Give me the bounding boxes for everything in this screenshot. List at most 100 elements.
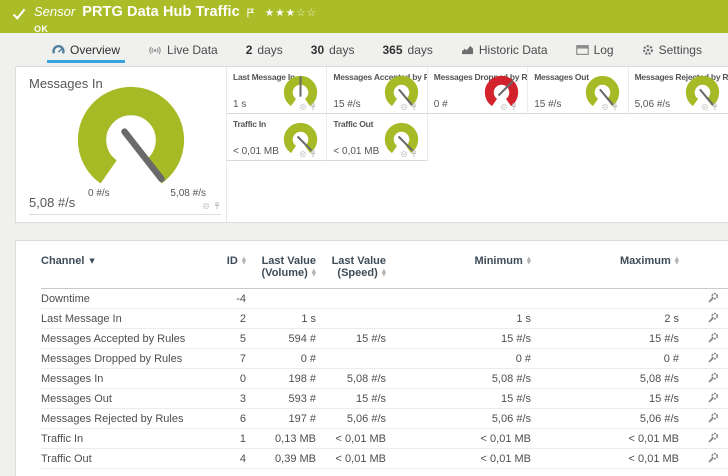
sort-icon[interactable]: ▲▼	[242, 257, 246, 266]
column-header-minimum[interactable]: Minimum▲▼	[386, 247, 531, 289]
tab-number: 2	[246, 43, 253, 57]
channel-row-messages-out: Messages Out3593 #15 #/s15 #/s15 #/s	[41, 389, 728, 409]
gear-icon[interactable]	[500, 103, 508, 111]
star-icon[interactable]: ★	[275, 7, 285, 19]
pin-icon[interactable]	[410, 103, 418, 111]
main-gauge-cell: Messages In 0 #/s 5,08 #/s 5,08 #/s	[16, 67, 227, 222]
star-icon[interactable]: ★	[286, 7, 296, 19]
wrench-icon[interactable]	[708, 292, 719, 303]
cell-speed: 5,06 #/s	[316, 409, 386, 429]
gear-icon[interactable]	[701, 103, 709, 111]
channel-row-messages-in: Messages In0198 #5,08 #/s5,08 #/s5,08 #/…	[41, 369, 728, 389]
gear-icon[interactable]	[601, 103, 609, 111]
tab-historic-data[interactable]: Historic Data	[459, 33, 550, 66]
tab-settings[interactable]: Settings	[640, 33, 704, 66]
tab-label: Log	[594, 43, 614, 57]
cell-max: < 0,01 MB	[531, 429, 679, 449]
sensor-title: PRTG Data Hub Traffic	[82, 4, 240, 20]
wrench-icon[interactable]	[708, 352, 719, 363]
mini-gauge-actions	[299, 103, 317, 111]
gauge-cell-messages-dropped-by-rules: Messages Dropped by Rules 0 #	[428, 67, 528, 114]
pin-icon[interactable]	[213, 202, 221, 210]
tab-2-days[interactable]: 2 days	[244, 33, 285, 66]
tab-label: Settings	[659, 43, 702, 57]
column-header-channel[interactable]: Channel▼	[41, 247, 201, 289]
star-icon[interactable]: ☆	[296, 7, 306, 19]
tab-label: days	[257, 43, 282, 57]
sort-icon[interactable]: ▲▼	[675, 257, 679, 266]
sort-icon[interactable]: ▲▼	[312, 269, 316, 278]
cell-id: 4	[201, 449, 246, 469]
tab-30-days[interactable]: 30 days	[309, 33, 357, 66]
cell-min: 15 #/s	[386, 329, 531, 349]
tab-365-days[interactable]: 365 days	[380, 33, 434, 66]
cell-max: 15 #/s	[531, 329, 679, 349]
gauge-cell-messages-out: Messages Out 15 #/s	[528, 67, 628, 114]
tab-live-data[interactable]: Live Data	[146, 33, 220, 66]
gear-icon[interactable]	[400, 150, 408, 158]
pin-icon[interactable]	[510, 103, 518, 111]
sensor-kind-label: Sensor	[34, 4, 75, 19]
cell-actions	[679, 409, 728, 429]
pin-icon[interactable]	[611, 103, 619, 111]
tab-label: Historic Data	[479, 43, 548, 57]
cell-min: < 0,01 MB	[386, 429, 531, 449]
gear-icon[interactable]	[299, 150, 307, 158]
sort-icon[interactable]: ▲▼	[527, 257, 531, 266]
table-header-row: Channel▼ID▲▼Last Value(Volume)▲▼Last Val…	[41, 247, 728, 289]
wrench-icon[interactable]	[708, 412, 719, 423]
pin-icon[interactable]	[309, 150, 317, 158]
wrench-icon[interactable]	[708, 312, 719, 323]
mini-gauge-actions	[400, 150, 418, 158]
pin-icon[interactable]	[410, 150, 418, 158]
tab-label: Live Data	[167, 43, 218, 57]
sensor-header: Sensor PRTG Data Hub Traffic ★★★☆☆ OK	[0, 0, 728, 33]
mini-gauge-actions	[500, 103, 518, 111]
cell-actions	[679, 349, 728, 369]
cell-actions	[679, 369, 728, 389]
broadcast-icon	[148, 44, 162, 55]
channels-panel: Channel▼ID▲▼Last Value(Volume)▲▼Last Val…	[15, 240, 728, 476]
cell-channel: Messages Dropped by Rules	[41, 349, 201, 369]
cell-actions	[679, 289, 728, 309]
tab-log[interactable]: Log	[574, 33, 616, 66]
star-icon[interactable]: ★	[265, 7, 275, 19]
column-header-last-value-volume[interactable]: Last Value(Volume)▲▼	[246, 247, 316, 289]
cell-actions	[679, 389, 728, 409]
wrench-icon[interactable]	[708, 372, 719, 383]
pin-icon[interactable]	[309, 103, 317, 111]
sort-icon[interactable]: ▲▼	[382, 269, 386, 278]
cell-id: 0	[201, 369, 246, 389]
cell-volume	[246, 289, 316, 309]
cell-min: 5,06 #/s	[386, 409, 531, 429]
star-icon[interactable]: ☆	[306, 7, 316, 19]
cell-max: 15 #/s	[531, 389, 679, 409]
tab-overview[interactable]: Overview	[50, 33, 122, 66]
gauge-cell-last-message-in: Last Message In 1 s	[227, 67, 327, 114]
cell-max: 2 s	[531, 309, 679, 329]
pin-icon[interactable]	[711, 103, 719, 111]
cell-volume: 197 #	[246, 409, 316, 429]
channel-row-messages-rejected-by-rules: Messages Rejected by Rules6197 #5,06 #/s…	[41, 409, 728, 429]
wrench-icon[interactable]	[708, 452, 719, 463]
column-header-maximum[interactable]: Maximum▲▼	[531, 247, 679, 289]
column-header-last-value-speed[interactable]: Last Value(Speed)▲▼	[316, 247, 386, 289]
wrench-icon[interactable]	[708, 332, 719, 343]
gear-icon[interactable]	[202, 202, 210, 210]
cell-min: 15 #/s	[386, 389, 531, 409]
priority-stars[interactable]: ★★★☆☆	[265, 7, 317, 19]
cell-channel: Messages Out	[41, 389, 201, 409]
column-header-id[interactable]: ID▲▼	[201, 247, 246, 289]
cell-volume: 594 #	[246, 329, 316, 349]
sort-desc-icon[interactable]: ▼	[89, 257, 94, 265]
channel-row-last-message-in: Last Message In21 s1 s2 s	[41, 309, 728, 329]
wrench-icon[interactable]	[708, 432, 719, 443]
gauge-cell-messages-rejected-by-rules: Messages Rejected by Rules 5,06 #/s	[629, 67, 728, 114]
channels-table: Channel▼ID▲▼Last Value(Volume)▲▼Last Val…	[41, 247, 728, 469]
cell-volume: 0,39 MB	[246, 449, 316, 469]
cell-speed: 15 #/s	[316, 389, 386, 409]
channel-row-traffic-out: Traffic Out40,39 MB< 0,01 MB< 0,01 MB< 0…	[41, 449, 728, 469]
wrench-icon[interactable]	[708, 392, 719, 403]
gear-icon[interactable]	[299, 103, 307, 111]
gear-icon[interactable]	[400, 103, 408, 111]
